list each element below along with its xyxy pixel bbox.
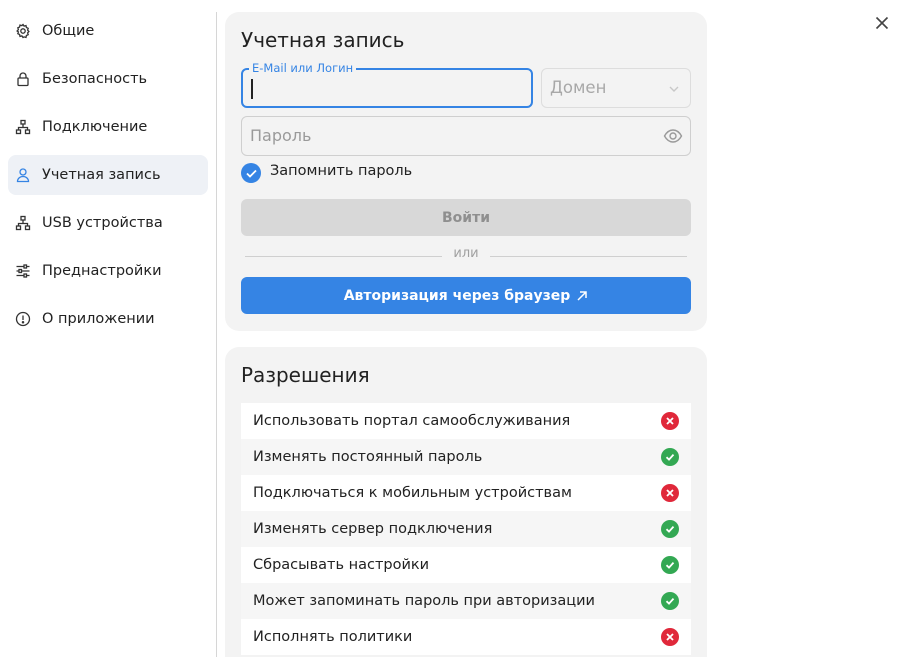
permission-label: Исполнять политики (253, 629, 413, 645)
gear-icon (15, 23, 31, 39)
external-link-icon (577, 290, 588, 301)
denied-cross-icon (661, 412, 679, 430)
permissions-title: Разрешения (241, 363, 370, 387)
domain-placeholder: Домен (550, 78, 607, 97)
sidebar-item-label: USB устройства (42, 215, 163, 231)
permission-row: Может запоминать пароль при авторизации (241, 583, 691, 619)
settings-window: Общие Безопасность Подключение Учетная з… (0, 0, 906, 657)
denied-cross-icon (661, 484, 679, 502)
sidebar-item-usb[interactable]: USB устройства (8, 203, 208, 243)
usb-icon (15, 215, 31, 231)
remember-checkbox[interactable] (241, 163, 261, 183)
password-field[interactable]: Пароль (241, 116, 691, 156)
permission-row: Использовать портал самообслуживания (241, 403, 691, 439)
separator-text: или (453, 246, 479, 261)
chevron-down-icon (669, 86, 679, 92)
sidebar-item-label: Учетная запись (42, 167, 161, 183)
remember-label[interactable]: Запомнить пароль (270, 163, 412, 179)
close-icon (875, 16, 889, 30)
permission-label: Изменять постоянный пароль (253, 449, 483, 465)
allowed-check-icon (661, 556, 679, 574)
login-button[interactable]: Войти (241, 199, 691, 236)
denied-cross-icon (661, 628, 679, 646)
account-title: Учетная запись (241, 28, 405, 52)
permission-row: Изменять сервер подключения (241, 511, 691, 547)
sidebar-item-presets[interactable]: Преднастройки (8, 251, 208, 291)
sidebar-item-general[interactable]: Общие (8, 11, 208, 51)
login-input[interactable] (243, 70, 531, 106)
permission-label: Использовать портал самообслуживания (253, 413, 571, 429)
sidebar: Общие Безопасность Подключение Учетная з… (0, 0, 216, 657)
permission-row: Изменять постоянный пароль (241, 439, 691, 475)
allowed-check-icon (661, 592, 679, 610)
browser-auth-label: Авторизация через браузер (343, 287, 571, 304)
checkmark-icon (245, 169, 257, 178)
domain-select[interactable]: Домен (541, 68, 691, 108)
browser-auth-button[interactable]: Авторизация через браузер (241, 277, 691, 314)
permission-label: Может запоминать пароль при авторизации (253, 593, 595, 609)
lock-icon (15, 71, 31, 87)
user-icon (15, 167, 31, 183)
allowed-check-icon (661, 520, 679, 538)
sidebar-item-label: О приложении (42, 311, 155, 327)
sidebar-item-label: Общие (42, 23, 95, 39)
permission-label: Изменять сервер подключения (253, 521, 493, 537)
login-field[interactable]: E-Mail или Логин (241, 61, 533, 108)
text-caret (251, 79, 253, 99)
close-button[interactable] (870, 11, 894, 35)
password-placeholder: Пароль (250, 126, 312, 145)
sidebar-item-account[interactable]: Учетная запись (8, 155, 208, 195)
network-icon (15, 119, 31, 135)
permission-row: Сбрасывать настройки (241, 547, 691, 583)
sidebar-item-label: Подключение (42, 119, 148, 135)
permission-label: Подключаться к мобильным устройствам (253, 485, 572, 501)
account-card: Учетная запись E-Mail или Логин Домен Па… (225, 12, 707, 331)
eye-icon[interactable] (663, 127, 683, 145)
permission-label: Сбрасывать настройки (253, 557, 430, 573)
info-icon (15, 311, 31, 327)
permission-row: Подключаться к мобильным устройствам (241, 475, 691, 511)
sidebar-item-about[interactable]: О приложении (8, 299, 208, 339)
permissions-card: Разрешения Использовать портал самообслу… (225, 347, 707, 657)
separator-line-right (490, 256, 687, 257)
sidebar-item-connection[interactable]: Подключение (8, 107, 208, 147)
sidebar-divider (216, 12, 217, 657)
sidebar-item-security[interactable]: Безопасность (8, 59, 208, 99)
permission-row: Исполнять политики (241, 619, 691, 655)
allowed-check-icon (661, 448, 679, 466)
sidebar-item-label: Преднастройки (42, 263, 162, 279)
sidebar-item-label: Безопасность (42, 71, 148, 87)
sliders-icon (15, 263, 31, 279)
